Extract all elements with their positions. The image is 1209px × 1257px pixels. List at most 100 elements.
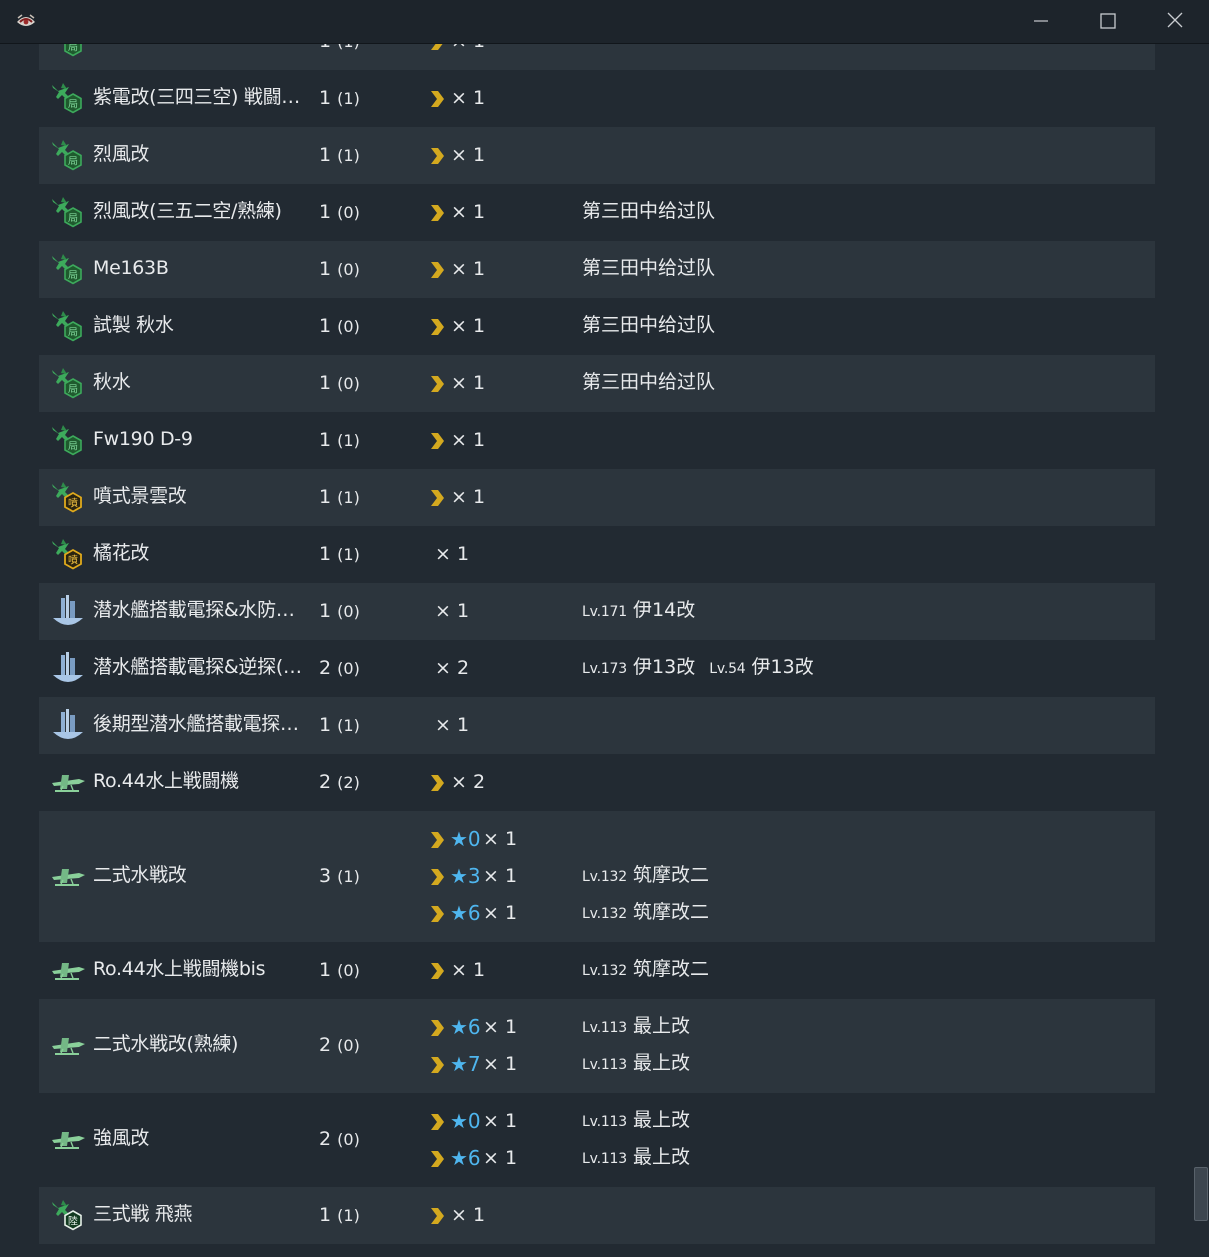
holder-ship: 第三田中给过队	[582, 370, 715, 394]
improvement-line: ★6 × 1 Lv.132 筑摩改二	[39, 898, 1155, 928]
holder-ships: 第三田中给过队	[582, 199, 729, 223]
maximize-button[interactable]	[1093, 8, 1121, 34]
improvement-line: × 2 Lv.173 伊13改 Lv.54 伊13改	[39, 653, 1155, 683]
quantity-multiplier: × 1	[483, 1110, 518, 1132]
chevron-right-icon	[431, 376, 444, 392]
improvement-line: ★6 × 1 Lv.113 最上改	[39, 1012, 1155, 1042]
minimize-button[interactable]	[1027, 8, 1055, 34]
equipment-row[interactable]: 陸三式戦 飛燕 1 (1) × 1	[39, 1187, 1155, 1244]
equipment-row[interactable]: 後期型潜水艦搭載電探&逆探 1 (1) × 1	[39, 697, 1155, 754]
quantity-multiplier: × 2	[435, 657, 470, 679]
equipment-row[interactable]: Ro.44水上戦闘機bis 1 (0) × 1 Lv.132 筑摩改二	[39, 942, 1155, 999]
chevron-right-icon	[431, 963, 444, 979]
holder-ship: Lv.173 伊13改	[582, 655, 695, 681]
chevron-right-icon	[431, 775, 444, 791]
chevron-right-icon	[431, 44, 443, 50]
improvement-line: × 1 Lv.171 伊14改	[39, 596, 1155, 626]
minimize-icon	[1034, 20, 1048, 22]
ship-name: 筑摩改二	[633, 901, 710, 923]
quantity-multiplier: × 1	[483, 1147, 518, 1169]
improvement-line: ★7 × 1 Lv.113 最上改	[39, 1049, 1155, 1079]
equipment-list[interactable]: 局1 (1)× 1局紫電改(三四三空) 戦闘3011 (1)× 1局烈風改1 (…	[0, 44, 1209, 1257]
equipment-row[interactable]: 局試製 秋水 1 (0) × 1 第三田中给过队	[39, 298, 1155, 355]
improvement-line: × 1	[39, 83, 1155, 113]
quantity-multiplier: × 1	[435, 543, 470, 565]
chevron-right-icon	[431, 832, 444, 848]
quantity-multiplier: × 1	[451, 44, 485, 53]
improvement-star-level: ★6	[450, 1015, 481, 1039]
improvement-line: ★0 × 1 Lv.113 最上改	[39, 1106, 1155, 1136]
equipment-row[interactable]: 局秋水 1 (0) × 1 第三田中给过队	[39, 355, 1155, 412]
equipment-row[interactable]: 局 Fw190 D-9 1 (1) × 1	[39, 412, 1155, 469]
equipment-row[interactable]: 局1 (1)× 1	[39, 44, 1155, 70]
chevron-right-icon	[431, 1151, 444, 1167]
holder-ships: Lv.113 最上改	[582, 1014, 704, 1040]
holder-ships: 第三田中给过队	[582, 256, 729, 280]
holder-ship: Lv.113 最上改	[582, 1051, 690, 1077]
quantity-multiplier: × 1	[483, 1053, 518, 1075]
chevron-right-icon	[431, 1020, 444, 1036]
ship-name: 伊13改	[751, 656, 814, 678]
holder-ships: Lv.132 筑摩改二	[582, 900, 723, 926]
chevron-right-icon	[431, 1114, 444, 1130]
holder-ships: Lv.113 最上改	[582, 1108, 704, 1134]
equipment-row[interactable]: 噴橘花改 1 (1) × 1	[39, 526, 1155, 583]
improvement-star-level: ★0	[450, 1109, 481, 1133]
scrollbar-thumb[interactable]	[1194, 1167, 1208, 1221]
improvement-line: × 1	[39, 482, 1155, 512]
equipment-row[interactable]: 潜水艦搭載電探&逆探(E27) 2 (0) × 2 Lv.173 伊13改 Lv.54 …	[39, 640, 1155, 697]
holder-ships: Lv.132 筑摩改二	[582, 957, 723, 983]
equipment-row[interactable]: 局烈風改(三五二空/熟練) 1 (0) × 1 第三田中给过队	[39, 184, 1155, 241]
close-button[interactable]	[1161, 8, 1189, 34]
ship-name: 最上改	[633, 1052, 691, 1074]
equipment-row[interactable]: 局 Me163B 1 (0) × 1 第三田中给过队	[39, 241, 1155, 298]
chevron-right-icon	[431, 148, 444, 164]
chevron-right-icon	[431, 906, 444, 922]
holder-ships: Lv.113 最上改	[582, 1051, 704, 1077]
holder-ship: Lv.132 筑摩改二	[582, 957, 709, 983]
ship-level: Lv.132	[582, 906, 627, 922]
ship-name: 最上改	[633, 1015, 691, 1037]
improvement-line: × 1 Lv.132 筑摩改二	[39, 955, 1155, 985]
equipment-row[interactable]: 局烈風改 1 (1) × 1	[39, 127, 1155, 184]
holder-ship: Lv.113 最上改	[582, 1108, 690, 1134]
improvement-star-level: ★0	[450, 827, 481, 851]
holder-ships: Lv.171 伊14改	[582, 598, 709, 624]
equipment-row[interactable]: 二式水戦改(熟練) 2 (0) ★6 × 1 Lv.113 最上改 ★7 × 1 Lv.113…	[39, 999, 1155, 1093]
improvement-line: ★3 × 1 Lv.132 筑摩改二	[39, 861, 1155, 891]
ship-name: 伊14改	[633, 599, 696, 621]
title-bar	[0, 0, 1209, 44]
equipment-row[interactable]: Ro.44水上戦闘機 2 (2) × 2	[39, 754, 1155, 811]
ship-name: 筑摩改二	[633, 958, 710, 980]
quantity-multiplier: × 1	[483, 865, 518, 887]
improvement-line: ★6 × 1 Lv.113 最上改	[39, 1143, 1155, 1173]
ship-name: 筑摩改二	[633, 864, 710, 886]
holder-ship: 第三田中给过队	[582, 256, 715, 280]
improvement-star-level: ★7	[450, 1052, 481, 1076]
ship-name: 最上改	[633, 1146, 691, 1168]
close-icon	[1167, 12, 1183, 28]
equipment-row[interactable]: 潜水艦搭載電探&水防式望遠鏡1 (0)× 1Lv.171 伊14改	[39, 583, 1155, 640]
improvement-star-level: ★6	[450, 1146, 481, 1170]
ship-level: Lv.132	[582, 963, 627, 979]
improvement-star-level: ★6	[450, 901, 481, 925]
holder-ship: 第三田中给过队	[582, 313, 715, 337]
equipment-row[interactable]: 局紫電改(三四三空) 戦闘301 1 (1) × 1	[39, 70, 1155, 127]
quantity-multiplier: × 1	[451, 87, 486, 109]
chevron-right-icon	[431, 205, 444, 221]
chevron-right-icon	[431, 262, 444, 278]
improvement-line: × 1	[39, 1200, 1155, 1230]
ship-level: Lv.113	[582, 1114, 627, 1130]
ship-name: 伊13改	[633, 656, 696, 678]
chevron-right-icon	[431, 91, 444, 107]
improvement-star-level: ★3	[450, 864, 481, 888]
improvement-line: × 1 第三田中给过队	[39, 311, 1155, 341]
quantity-multiplier: × 1	[451, 959, 486, 981]
improvement-line: × 1 第三田中给过队	[39, 368, 1155, 398]
equipment-row[interactable]: 強風改 2 (0) ★0 × 1 Lv.113 最上改 ★6 × 1 Lv.113 最上改	[39, 1093, 1155, 1187]
equipment-row[interactable]: 噴噴式景雲改 1 (1) × 1	[39, 469, 1155, 526]
holder-ships: 第三田中给过队	[582, 370, 729, 394]
maximize-icon	[1100, 13, 1116, 29]
equipment-row[interactable]: 二式水戦改 3 (1) ★0 × 1 ★3 × 1 Lv.132 筑摩改二 ★6 × 1 Lv.1…	[39, 811, 1155, 942]
chevron-right-icon	[431, 869, 444, 885]
